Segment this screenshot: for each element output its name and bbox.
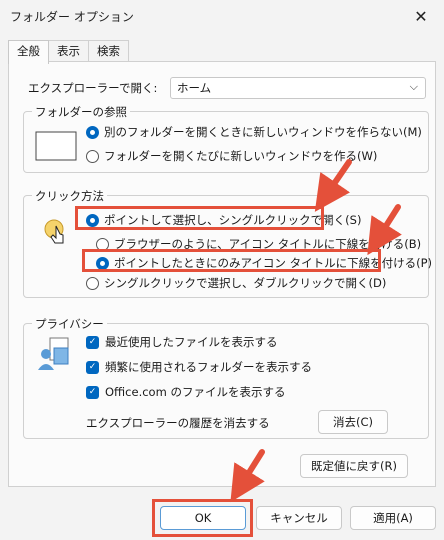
tab-general[interactable]: 全般 [8,40,49,64]
arrow-to-single-click [314,159,352,212]
arrow-to-underline-point [367,204,402,256]
arrow-to-ok [230,449,265,503]
annotation-arrows [230,159,402,503]
